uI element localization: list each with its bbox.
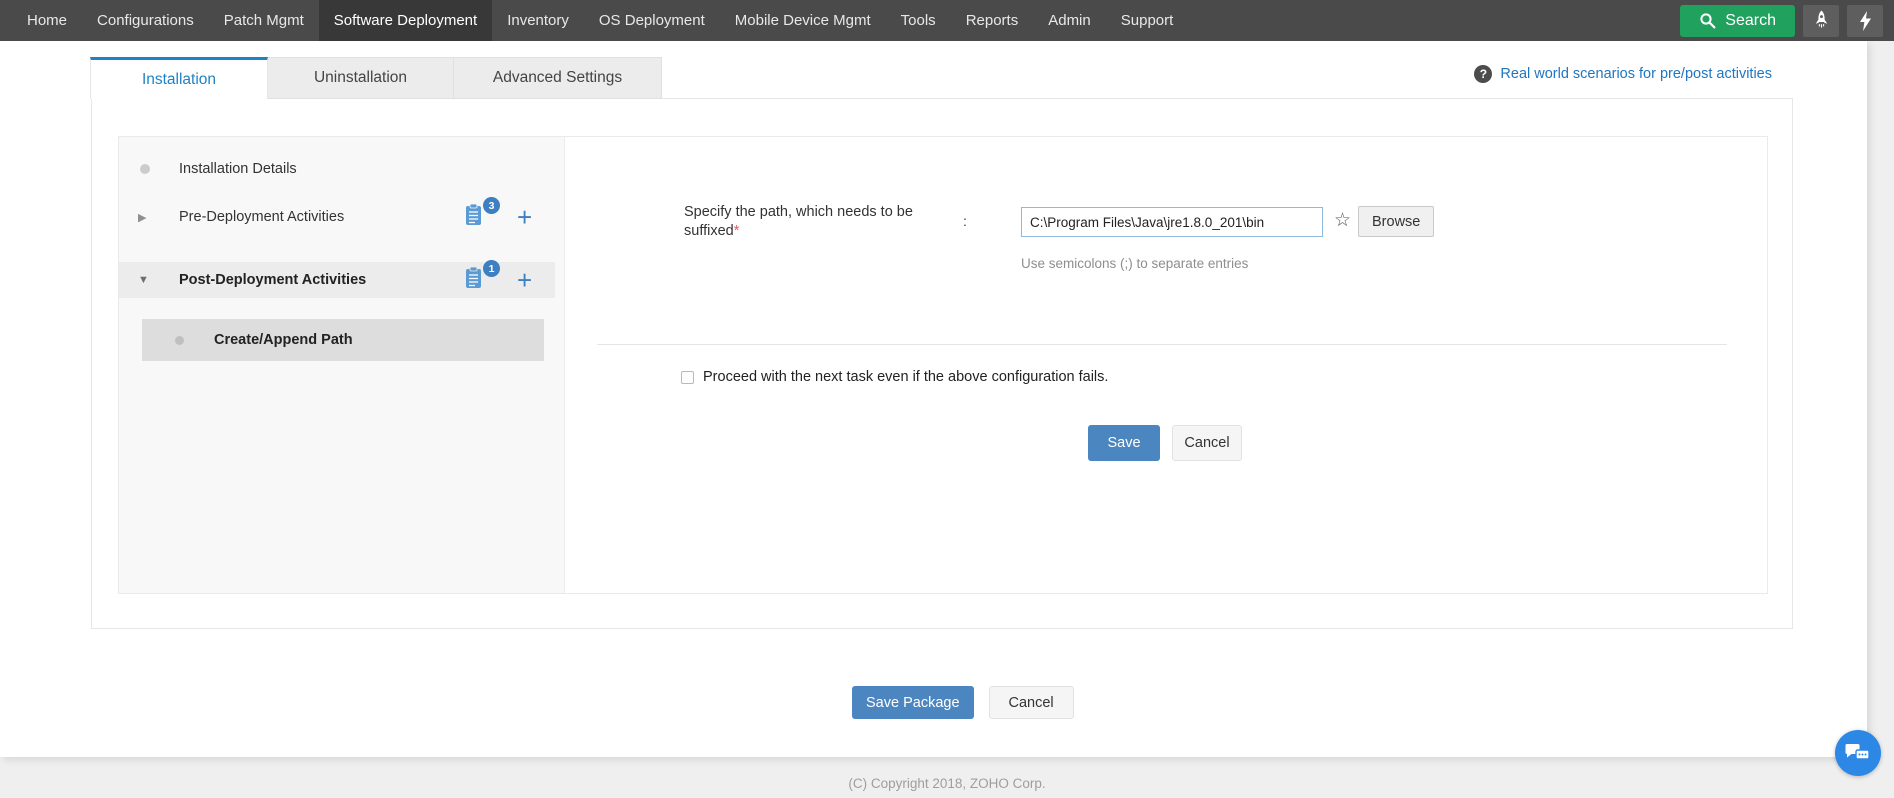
cancel-button[interactable]: Cancel xyxy=(1172,425,1242,461)
help-area: ? Real world scenarios for pre/post acti… xyxy=(1474,65,1772,83)
activity-count-badge: 1 xyxy=(483,260,500,277)
nav-item-inventory[interactable]: Inventory xyxy=(492,0,584,41)
main-content-card: Installation Uninstallation Advanced Set… xyxy=(0,41,1867,757)
tab-uninstallation[interactable]: Uninstallation xyxy=(268,57,454,99)
favorite-star-icon[interactable]: ☆ xyxy=(1334,209,1351,232)
installation-tab-panel: Installation Details ▶ Pre-Deployment Ac… xyxy=(91,98,1793,629)
nav-item-patch-mgmt[interactable]: Patch Mgmt xyxy=(209,0,319,41)
save-button[interactable]: Save xyxy=(1088,425,1160,461)
nav-item-software-deployment[interactable]: Software Deployment xyxy=(318,0,493,41)
help-question-icon: ? xyxy=(1474,65,1493,83)
nav-item-tools[interactable]: Tools xyxy=(886,0,951,41)
proceed-checkbox-label: Proceed with the next task even if the a… xyxy=(703,369,1109,385)
package-actions: Save Package Cancel xyxy=(852,686,1074,719)
sidebar-item-pre-deployment[interactable]: ▶ Pre-Deployment Activities 3 + xyxy=(119,197,565,235)
proceed-checkbox[interactable] xyxy=(681,371,694,384)
nav-item-mobile-device-mgmt[interactable]: Mobile Device Mgmt xyxy=(720,0,886,41)
add-pre-deployment-activity-button[interactable]: + xyxy=(517,199,532,235)
required-marker: * xyxy=(733,222,740,239)
search-button[interactable]: Search xyxy=(1680,4,1795,37)
add-post-deployment-activity-button[interactable]: + xyxy=(517,262,532,298)
browse-button[interactable]: Browse xyxy=(1358,206,1435,237)
create-append-path-form: Specify the path, which needs to be suff… xyxy=(565,137,1767,593)
nav-item-reports[interactable]: Reports xyxy=(951,0,1034,41)
sidebar-item-installation-details[interactable]: Installation Details xyxy=(119,154,565,184)
collapse-arrow-right-icon[interactable]: ▶ xyxy=(138,211,150,224)
chat-bubbles-icon xyxy=(1845,741,1871,765)
tab-advanced-settings[interactable]: Advanced Settings xyxy=(454,57,662,99)
nav-item-support[interactable]: Support xyxy=(1106,0,1189,41)
form-divider xyxy=(597,344,1727,345)
quick-actions-button[interactable] xyxy=(1847,4,1883,37)
sidebar-item-label: Create/Append Path xyxy=(214,332,353,348)
proceed-option-row: Proceed with the next task even if the a… xyxy=(681,369,1108,385)
tab-installation[interactable]: Installation xyxy=(90,57,268,99)
nav-item-home[interactable]: Home xyxy=(12,0,82,41)
sidebar-item-label: Post-Deployment Activities xyxy=(179,272,367,288)
bullet-icon xyxy=(175,335,184,345)
copyright-text: (C) Copyright 2018, ZOHO Corp. xyxy=(848,776,1046,791)
path-input[interactable] xyxy=(1021,207,1323,237)
package-cancel-button[interactable]: Cancel xyxy=(988,686,1074,719)
label-separator: : xyxy=(963,213,967,229)
top-nav: Home Configurations Patch Mgmt Software … xyxy=(0,0,1894,41)
nav-item-os-deployment[interactable]: OS Deployment xyxy=(584,0,720,41)
semicolon-hint-text: Use semicolons (;) to separate entries xyxy=(1021,256,1249,271)
live-chat-button[interactable] xyxy=(1835,730,1881,776)
nav-right-group: Search xyxy=(1680,0,1894,41)
search-button-label: Search xyxy=(1725,11,1776,29)
sidebar-item-label: Installation Details xyxy=(179,161,297,177)
nav-item-configurations[interactable]: Configurations xyxy=(82,0,209,41)
sidebar-item-post-deployment[interactable]: ▼ Post-Deployment Activities 1 + xyxy=(119,260,555,298)
activities-sidebar: Installation Details ▶ Pre-Deployment Ac… xyxy=(119,137,565,593)
nav-item-admin[interactable]: Admin xyxy=(1033,0,1106,41)
activity-script-icon: 3 xyxy=(465,197,500,231)
rocket-icon xyxy=(1813,10,1830,31)
save-package-button[interactable]: Save Package xyxy=(852,686,974,719)
path-field-label: Specify the path, which needs to be suff… xyxy=(684,203,942,240)
deployment-activities-panel: Installation Details ▶ Pre-Deployment Ac… xyxy=(118,136,1768,594)
activity-count-badge: 3 xyxy=(483,197,500,214)
package-tabs: Installation Uninstallation Advanced Set… xyxy=(90,57,662,99)
collapse-arrow-down-icon[interactable]: ▼ xyxy=(138,274,150,286)
activity-script-icon: 1 xyxy=(465,260,500,294)
sidebar-item-label: Pre-Deployment Activities xyxy=(179,209,345,225)
search-icon xyxy=(1699,12,1716,29)
lightning-icon xyxy=(1859,10,1872,31)
sidebar-item-create-append-path[interactable]: Create/Append Path xyxy=(142,319,544,361)
real-world-scenarios-link[interactable]: Real world scenarios for pre/post activi… xyxy=(1500,66,1772,82)
getting-started-button[interactable] xyxy=(1803,4,1839,37)
path-field-label-text: Specify the path, which needs to be suff… xyxy=(684,204,913,239)
bullet-icon xyxy=(140,164,150,174)
app-window: Home Configurations Patch Mgmt Software … xyxy=(0,0,1894,798)
